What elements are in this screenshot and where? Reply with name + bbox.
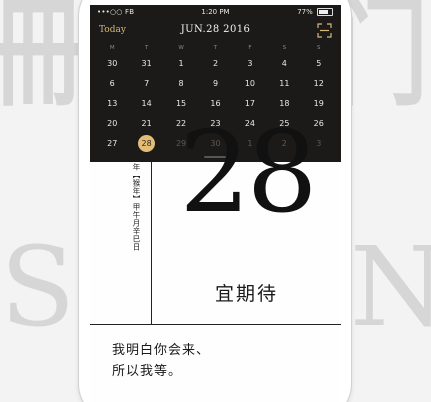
status-bar: •••○○ FB 1:20 PM 77%: [90, 5, 341, 19]
quote-line-2: 所以我等。: [112, 364, 183, 379]
calendar-day-number: 11: [279, 78, 290, 88]
calendar-day-number: 1: [178, 58, 184, 68]
daily-suggestion: 宜期待: [214, 283, 278, 305]
calendar-day[interactable]: 3: [233, 53, 267, 73]
calendar-day-number: 19: [313, 98, 324, 108]
calendar-day-number: 17: [244, 98, 256, 108]
calendar-day[interactable]: 6: [95, 73, 129, 93]
weekday-label: F: [248, 45, 252, 51]
calendar-day-number: 4: [281, 58, 287, 68]
scan-icon[interactable]: [317, 23, 332, 38]
calendar-day-number: 13: [107, 98, 118, 108]
calendar-day[interactable]: 27: [95, 133, 129, 153]
calendar-day[interactable]: 12: [302, 73, 336, 93]
calendar-day-number: 9: [212, 78, 219, 88]
calendar-day[interactable]: 11: [267, 73, 301, 93]
weekday-label: T: [213, 45, 218, 51]
daily-quote: 我明白你会来、 所以我等。: [112, 340, 332, 382]
weekday-label: S: [317, 45, 321, 51]
calendar-day-number: 5: [316, 58, 322, 68]
calendar-day[interactable]: 14: [129, 93, 163, 113]
horizontal-divider: [90, 324, 341, 325]
calendar-nav: Today JUN.28 2016: [90, 19, 341, 43]
calendar-day[interactable]: 13: [95, 93, 129, 113]
calendar-day[interactable]: 20: [95, 113, 129, 133]
phone-frame: •••○○ FB 1:20 PM 77% Today JUN.28 2016 M…: [79, 0, 351, 402]
calendar-day[interactable]: 8: [164, 73, 198, 93]
calendar-day-number: 20: [107, 118, 118, 128]
phone-screen: •••○○ FB 1:20 PM 77% Today JUN.28 2016 M…: [90, 5, 341, 402]
calendar-day[interactable]: 2: [198, 53, 232, 73]
weekday-label: W: [178, 45, 184, 51]
watermark-right-bottom: N: [350, 223, 431, 351]
calendar-day[interactable]: 31: [129, 53, 163, 73]
calendar-day[interactable]: 1: [164, 53, 198, 73]
battery-status: 77%: [297, 8, 333, 16]
quote-line-1: 我明白你会来、: [112, 343, 211, 358]
calendar-day[interactable]: 5: [302, 53, 336, 73]
battery-icon: [317, 8, 333, 16]
calendar-day-number: 8: [178, 78, 184, 88]
calendar-day-number: 30: [107, 58, 118, 68]
weekday-label: T: [144, 45, 149, 51]
lunar-date: 年【猴年】甲午月辛巳日: [132, 163, 141, 251]
calendar-day-number: 16: [210, 98, 221, 108]
calendar-day-number: 21: [141, 118, 152, 128]
calendar-day-number: 3: [247, 58, 253, 68]
weekday-label: S: [282, 45, 287, 51]
weekday-label: M: [109, 45, 115, 51]
calendar-day-number: 18: [279, 98, 290, 108]
calendar-day-number: 14: [141, 98, 152, 108]
calendar-day-number: 2: [212, 58, 219, 68]
calendar-day-number: 27: [107, 138, 118, 148]
big-day-number: 28: [179, 108, 318, 238]
calendar-day[interactable]: 7: [129, 73, 163, 93]
calendar-day-number: 15: [175, 98, 187, 108]
calendar-day-number: 7: [144, 78, 150, 88]
weekday-header: MTWTFSS: [95, 45, 336, 51]
calendar-day[interactable]: 4: [267, 53, 301, 73]
calendar-day-number: 12: [313, 78, 324, 88]
calendar-day-number: 10: [244, 78, 256, 88]
watermark-left-top: 冊: [0, 0, 85, 122]
calendar-day[interactable]: 30: [95, 53, 129, 73]
calendar-day-number: 6: [109, 78, 115, 88]
calendar-day-number: 31: [141, 58, 152, 68]
app-screenshot: 冊 SI 门 N •••○○ FB 1:20 PM 77% Today JUN.…: [0, 0, 431, 402]
calendar-day[interactable]: 10: [233, 73, 267, 93]
battery-percent: 77%: [297, 8, 313, 16]
calendar-day[interactable]: 9: [198, 73, 232, 93]
month-title: JUN.28 2016: [180, 24, 251, 35]
